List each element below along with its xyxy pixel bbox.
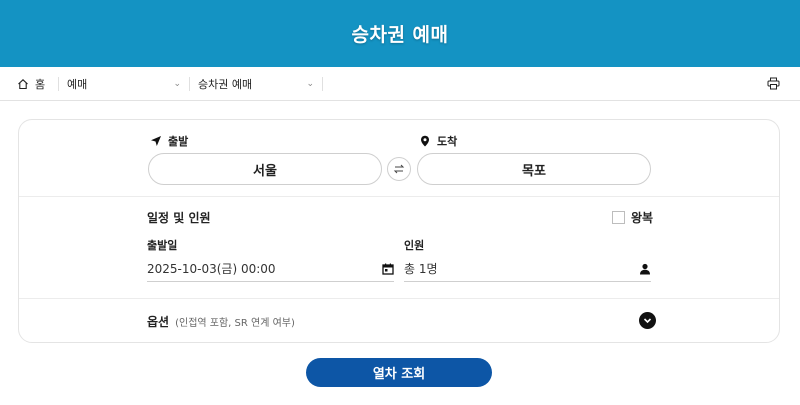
date-label: 출발일 (147, 239, 178, 252)
arrival-station-button[interactable]: 목포 (417, 153, 651, 185)
chevron-down-icon (643, 318, 652, 324)
person-icon (640, 263, 650, 274)
breadcrumb: 홈 예매 ⌄ 승차권 예매 ⌄ (0, 67, 800, 101)
page-title: 승차권 예매 (351, 24, 449, 46)
options-title: 옵션 (147, 315, 170, 329)
section-divider (19, 298, 779, 299)
roundtrip-toggle[interactable]: 왕복 (612, 209, 653, 226)
roundtrip-label: 왕복 (631, 211, 654, 225)
departure-date-value: 2025-10-03(금) 00:00 (147, 262, 276, 276)
passengers-field[interactable]: 총 1명 (404, 256, 651, 282)
passengers-value: 총 1명 (404, 262, 438, 276)
breadcrumb-menu-reservation[interactable]: 예매 ⌄ (59, 67, 189, 100)
departure-date-field[interactable]: 2025-10-03(금) 00:00 (147, 256, 394, 282)
calendar-icon[interactable] (382, 263, 394, 275)
breadcrumb-menu-label: 예매 (67, 77, 88, 91)
breadcrumb-menu-label: 승차권 예매 (198, 77, 253, 91)
schedule-section-title: 일정 및 인원 (147, 211, 211, 225)
arrival-label: 도착 (437, 135, 458, 148)
breadcrumb-menu-ticket-reservation[interactable]: 승차권 예매 ⌄ (190, 67, 322, 100)
map-pin-icon (421, 135, 429, 147)
breadcrumb-home-label: 홈 (35, 77, 46, 91)
home-icon (18, 78, 28, 89)
reservation-card: 출발 도착 서울 목포 일정 및 인원 왕복 출발일 2025-10-03(금)… (18, 119, 780, 343)
options-row[interactable]: 옵션 (인접역 포함, SR 연계 여부) (147, 313, 295, 330)
breadcrumb-home[interactable]: 홈 (0, 67, 58, 100)
arrival-station-value: 목포 (522, 163, 546, 179)
options-subtitle: (인접역 포함, SR 연계 여부) (175, 318, 295, 329)
chevron-down-circle-icon[interactable] (639, 312, 656, 329)
roundtrip-checkbox[interactable] (612, 211, 625, 224)
departure-station-button[interactable]: 서울 (148, 153, 382, 185)
location-arrow-icon (151, 136, 161, 146)
chevron-down-icon: ⌄ (173, 78, 181, 89)
swap-icon (393, 164, 405, 174)
breadcrumb-divider (322, 76, 323, 91)
swap-stations-button[interactable] (387, 157, 411, 181)
printer-icon[interactable] (767, 77, 780, 90)
page-header: 승차권 예매 (0, 0, 800, 67)
search-button-label: 열차 조회 (372, 367, 426, 382)
passengers-label: 인원 (404, 239, 425, 252)
search-trains-button[interactable]: 열차 조회 (306, 358, 492, 387)
arrival-label-group: 도착 (419, 133, 457, 149)
departure-station-value: 서울 (253, 163, 277, 179)
departure-label-group: 출발 (150, 133, 188, 149)
section-divider (19, 196, 779, 197)
chevron-down-icon: ⌄ (306, 78, 314, 89)
departure-label: 출발 (168, 135, 189, 148)
